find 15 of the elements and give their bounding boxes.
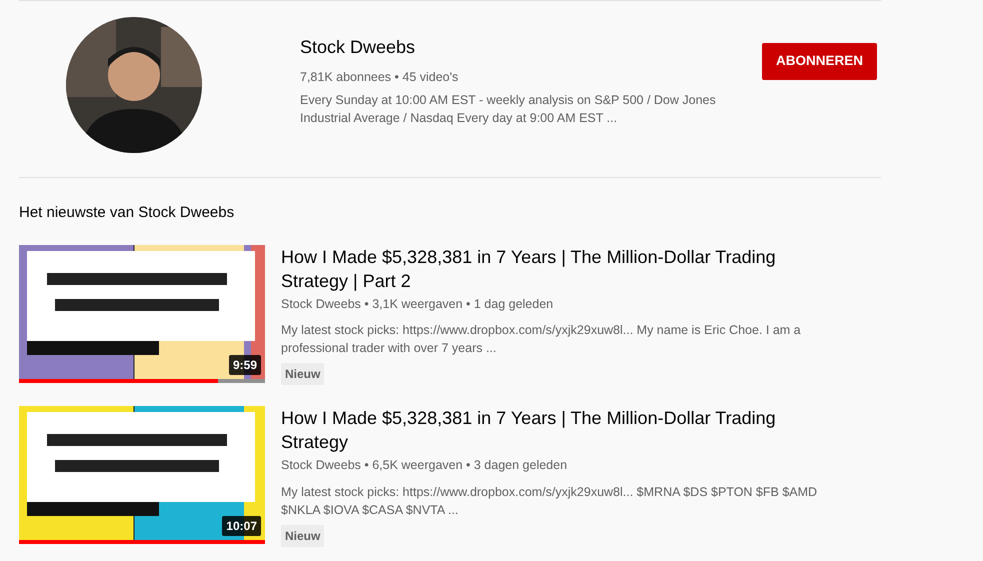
video-duration: 10:07: [222, 516, 261, 536]
subscribe-button[interactable]: ABONNEREN: [762, 43, 877, 80]
video-duration: 9:59: [228, 354, 261, 374]
video-description: My latest stock picks: https://www.dropbox.com/s/yxjk29xuw8l... $MRNA $DS $PTON $FB $AMD $NKLA $IOVA $CASA $NVTA ...: [281, 484, 818, 519]
channel-name[interactable]: Stock Dweebs: [300, 35, 762, 59]
video-title[interactable]: How I Made $5,328,381 in 7 Years | The Million-Dollar Trading Strategy: [281, 406, 811, 454]
video-description: My latest stock picks: https://www.dropbox.com/s/yxjk29xuw8l... My name is Eric Choe. I am a professional trader with over 7 years ...: [281, 322, 802, 358]
video-meta: Stock Dweebs • 6,5K weergaven • 3 dagen geleden: [281, 457, 568, 474]
channel-stats: 7,81K abonnees • 45 video's: [300, 69, 460, 86]
section-title: Het nieuwste van Stock Dweebs: [19, 203, 236, 223]
video-meta: Stock Dweebs • 3,1K weergaven • 1 dag geleden: [281, 296, 554, 313]
new-badge: Nieuw: [281, 363, 324, 386]
channel-description: Every Sunday at 10:00 AM EST - weekly analysis on S&P 500 / Dow Jones Industrial Average / Nasdaq Every day at 9:00 AM EST ...: [300, 92, 717, 127]
new-badge: Nieuw: [281, 525, 324, 547]
video-title[interactable]: How I Made $5,328,381 in 7 Years | The Million-Dollar Trading Strategy | Part 2: [281, 244, 811, 292]
